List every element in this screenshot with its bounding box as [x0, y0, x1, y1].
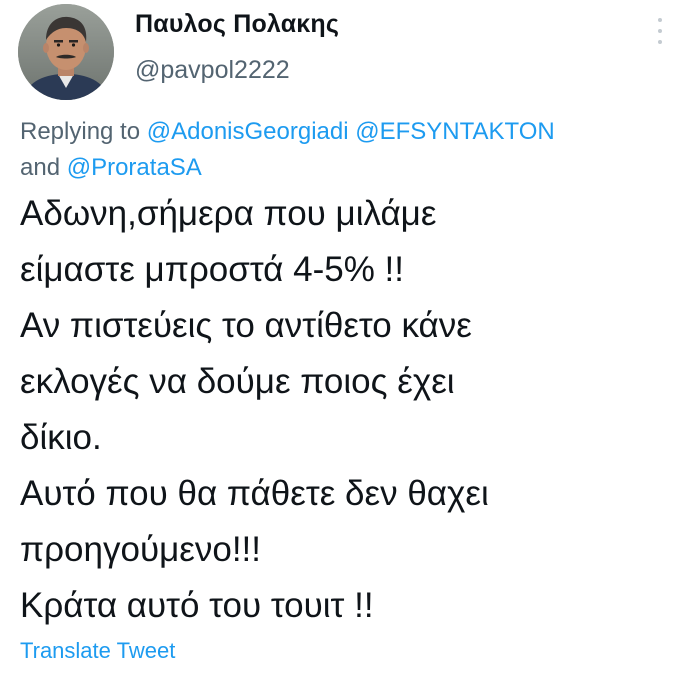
reply-prefix: Replying to — [20, 118, 141, 145]
tweet-text-line: Κράτα αυτό του τουιτ !! — [20, 586, 374, 625]
more-dot — [658, 18, 662, 22]
more-dot — [658, 29, 662, 33]
tweet-text-line: Αδωνη,σήμερα που μιλάμε — [20, 194, 437, 233]
tweet-text-line: Αυτό που θα πάθετε δεν θαχει — [20, 474, 489, 513]
vertical-ellipsis-icon[interactable] — [650, 14, 670, 48]
translate-tweet-link[interactable]: Translate Tweet — [20, 638, 175, 664]
reply-context: Replying to @AdonisGeorgiadi @EFSYNTAKTO… — [20, 114, 670, 186]
mention-link[interactable]: @AdonisGeorgiadi — [147, 118, 349, 145]
avatar[interactable] — [18, 4, 114, 100]
tweet-text-line: εκλογές να δούμε ποιος έχει — [20, 362, 455, 401]
author-display-name[interactable]: Παυλος Πολακης — [135, 10, 339, 39]
tweet-text-line: προηγούμενο!!! — [20, 530, 262, 569]
author-handle[interactable]: @pavpol2222 — [135, 56, 290, 85]
tweet-text-line: είμαστε μπροστά 4-5% !! — [20, 250, 404, 289]
more-dot — [658, 40, 662, 44]
tweet-text: Αδωνη,σήμερα που μιλάμε είμαστε μπροστά … — [20, 186, 670, 634]
tweet-text-line: δίκιο. — [20, 418, 102, 457]
mention-link[interactable]: @EFSYNTAKTON — [355, 118, 555, 145]
reply-conjunction: and — [20, 154, 61, 181]
tweet-text-line: Αν πιστεύεις το αντίθετο κάνε — [20, 306, 472, 345]
tweet-card: Παυλος Πολακης @pavpol2222 Replying to @… — [0, 0, 680, 676]
mention-link[interactable]: @ProrataSA — [67, 154, 202, 181]
